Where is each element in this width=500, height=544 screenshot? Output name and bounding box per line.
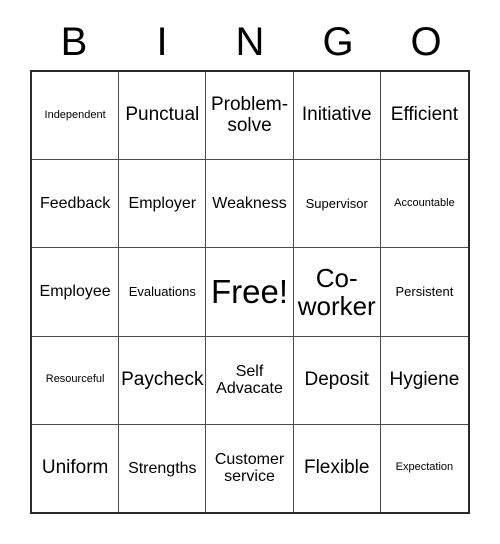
bingo-cell[interactable]: Expectation [381, 425, 468, 512]
bingo-row: Independent Punctual Problem-solve Initi… [32, 72, 468, 161]
bingo-cell[interactable]: Independent [32, 72, 120, 160]
bingo-header-letter-o: O [410, 20, 442, 64]
bingo-cell[interactable]: Supervisor [294, 160, 381, 248]
bingo-header-letter-g: G [322, 20, 354, 64]
bingo-row: Resourceful Paycheck Self Advacate Depos… [32, 336, 468, 425]
bingo-cell[interactable]: Evaluations [119, 248, 207, 336]
bingo-cell[interactable]: Strengths [119, 424, 207, 513]
bingo-cell[interactable]: Self Advacate [206, 336, 294, 424]
bingo-cell[interactable]: Feedback [32, 160, 120, 248]
bingo-cell[interactable]: Flexible [294, 424, 381, 513]
bingo-cell[interactable]: Punctual [119, 72, 207, 160]
bingo-cell[interactable]: Customer service [206, 424, 294, 513]
bingo-free-space[interactable]: Free! [206, 248, 294, 336]
bingo-grid: Independent Punctual Problem-solve Initi… [30, 70, 470, 514]
bingo-cell[interactable]: Efficient [381, 72, 468, 159]
bingo-cell[interactable]: Accountable [381, 160, 468, 247]
bingo-cell[interactable]: Deposit [294, 336, 381, 424]
bingo-row: Uniform Strengths Customer service Flexi… [32, 424, 468, 513]
bingo-row: Employee Evaluations Free! Co-worker Per… [32, 248, 468, 337]
bingo-cell[interactable]: Uniform [32, 424, 120, 513]
bingo-cell[interactable]: Hygiene [381, 337, 468, 424]
bingo-cell[interactable]: Paycheck [119, 336, 207, 424]
bingo-header-letter-b: B [60, 20, 88, 64]
bingo-cell[interactable]: Persistent [381, 248, 468, 335]
bingo-header-letter-i: I [156, 20, 168, 64]
bingo-cell[interactable]: Weakness [206, 160, 294, 248]
bingo-cell[interactable]: Initiative [294, 72, 381, 160]
bingo-cell[interactable]: Employer [119, 160, 207, 248]
bingo-cell[interactable]: Resourceful [32, 336, 120, 424]
bingo-cell[interactable]: Employee [32, 248, 120, 336]
bingo-row: Feedback Employer Weakness Supervisor Ac… [32, 160, 468, 249]
bingo-header-letter-n: N [235, 20, 265, 64]
bingo-card: B I N G O Independent Punctual Problem-s… [0, 0, 500, 544]
bingo-cell[interactable]: Problem-solve [206, 72, 294, 160]
bingo-cell[interactable]: Co-worker [294, 248, 381, 336]
bingo-header-row: B I N G O [30, 14, 470, 70]
